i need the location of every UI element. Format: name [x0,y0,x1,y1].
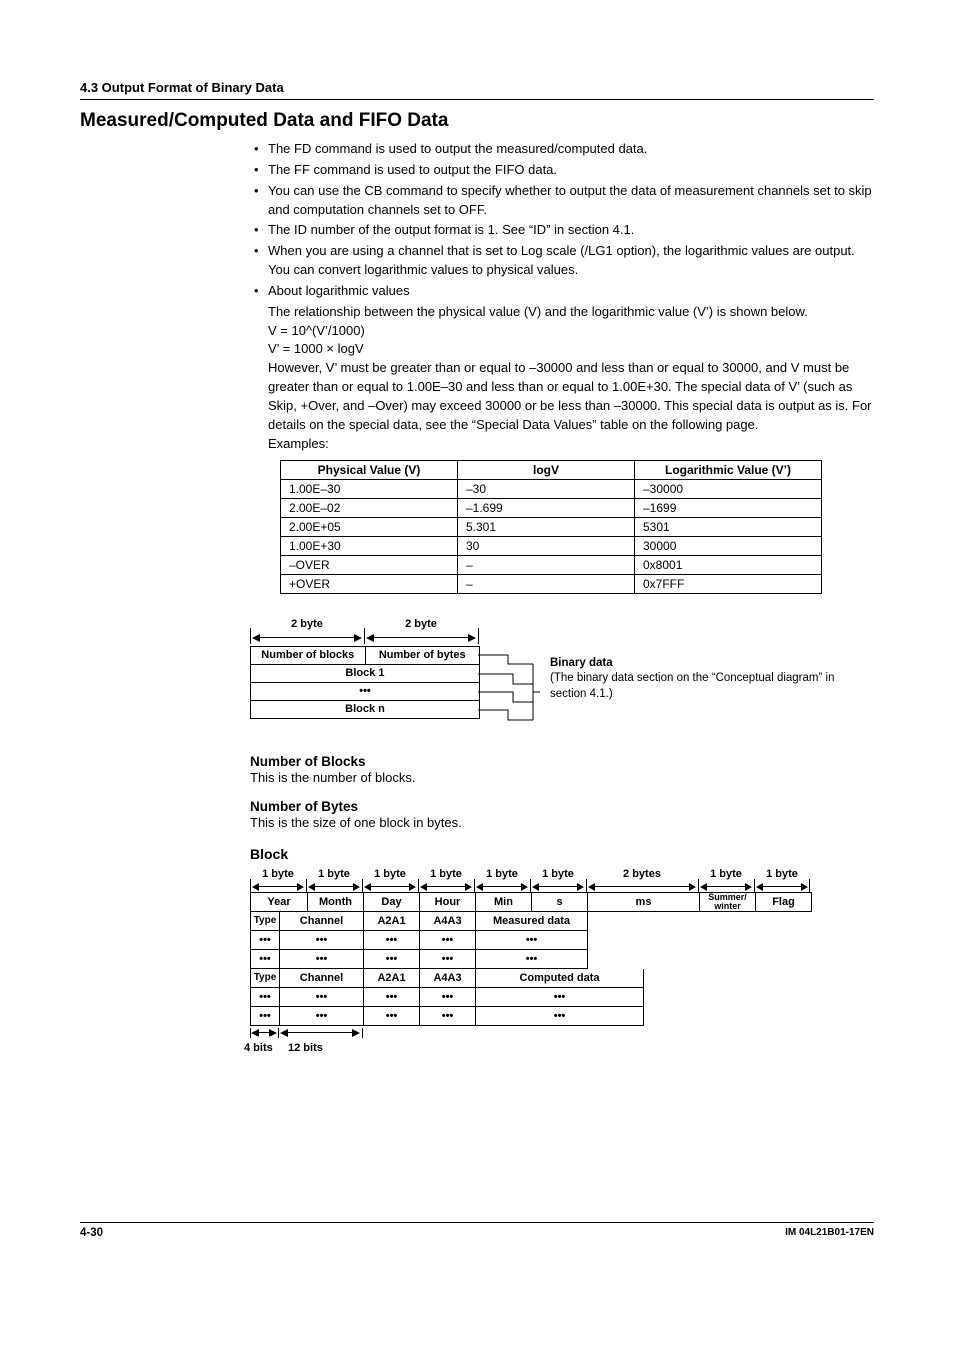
cell-block1: Block 1 [251,664,479,682]
bullet-item: When you are using a channel that is set… [250,242,874,280]
cell-month: Month [307,893,363,911]
section-header: 4.3 Output Format of Binary Data [80,80,874,100]
cell-measured-data: Measured data [475,912,587,930]
dim-label: 2 byte [364,618,478,630]
table-row: 2.00E+055.3015301 [281,517,822,536]
log-examples-label: Examples: [250,435,874,454]
bullet-item: The FF command is used to output the FIF… [250,161,874,180]
table-row: –OVER–0x8001 [281,555,822,574]
binary-data-label: Binary data (The binary data section on … [550,656,874,703]
value-table: Physical Value (V) logV Logarithmic Valu… [280,460,822,594]
cell-ellipsis: ••• [251,682,479,700]
cell-year: Year [251,893,307,911]
cell-day: Day [363,893,419,911]
label-12bits: 12 bits [288,1042,323,1054]
log-note: However, V’ must be greater than or equa… [250,359,874,434]
cell-a4a3: A4A3 [419,912,475,930]
body-number-of-bytes: This is the size of one block in bytes. [250,814,874,832]
label-4bits: 4 bits [244,1042,273,1054]
byte-label: 2 bytes [586,868,698,882]
cell-type: Type [251,912,279,930]
table-header: Physical Value (V) [281,460,458,479]
byte-label: 1 byte [362,868,418,882]
bullet-item: About logarithmic values [250,282,874,301]
byte-label: 1 byte [418,868,474,882]
byte-label: 1 byte [250,868,306,882]
log-eq2: V’ = 1000 × logV [250,340,874,359]
bullet-list: The FD command is used to output the mea… [250,140,874,301]
page-number: 4-30 [80,1227,103,1239]
table-row: +OVER–0x7FFF [281,574,822,593]
doc-id: IM 04L21B01-17EN [785,1227,874,1239]
cell-sec: s [531,893,587,911]
cell-summer-winter: Summer/winter [699,893,755,911]
bullet-item: You can use the CB command to specify wh… [250,182,874,220]
cell-a2a1: A2A1 [363,969,419,987]
bullet-item: The FD command is used to output the mea… [250,140,874,159]
byte-label: 1 byte [754,868,810,882]
table-row: 1.00E–30–30–30000 [281,479,822,498]
table-header: Logarithmic Value (V’) [635,460,822,479]
bullet-item: The ID number of the output format is 1.… [250,221,874,240]
cell-number-of-bytes: Number of bytes [366,647,480,664]
subhead-number-of-blocks: Number of Blocks [250,754,874,769]
cell-a4a3: A4A3 [419,969,475,987]
dim-label: 2 byte [250,618,364,630]
cell-computed-data: Computed data [475,969,643,987]
cell-min: Min [475,893,531,911]
bits-dimension: 4 bits 12 bits [250,1028,874,1062]
table-row: 1.00E+303030000 [281,536,822,555]
byte-label: 1 byte [306,868,362,882]
cell-number-of-blocks: Number of blocks [251,647,366,664]
cell-blockn: Block n [251,700,479,718]
cell-flag: Flag [755,893,811,911]
cell-type: Type [251,969,279,987]
page-footer: 4-30 IM 04L21B01-17EN [80,1222,874,1239]
binary-layout-diagram: 2 byte 2 byte Number of blocks Number of… [250,622,874,742]
block-structure-diagram: 1 byte 1 byte 1 byte 1 byte 1 byte 1 byt… [250,868,874,1062]
cell-a2a1: A2A1 [363,912,419,930]
cell-channel: Channel [279,912,363,930]
log-eq1: V = 10^(V’/1000) [250,322,874,341]
block-layout-box: Number of blocks Number of bytes Block 1… [250,646,480,719]
byte-label: 1 byte [474,868,530,882]
cell-channel: Channel [279,969,363,987]
cell-ms: ms [587,893,699,911]
byte-label: 1 byte [698,868,754,882]
log-intro: The relationship between the physical va… [250,303,874,322]
table-header: logV [458,460,635,479]
body-number-of-blocks: This is the number of blocks. [250,769,874,787]
byte-label: 1 byte [530,868,586,882]
table-row: 2.00E–02–1.699–1699 [281,498,822,517]
subhead-block: Block [250,846,874,862]
page-title: Measured/Computed Data and FIFO Data [80,110,874,132]
subhead-number-of-bytes: Number of Bytes [250,799,874,814]
connector-lines [478,646,548,724]
cell-hour: Hour [419,893,475,911]
